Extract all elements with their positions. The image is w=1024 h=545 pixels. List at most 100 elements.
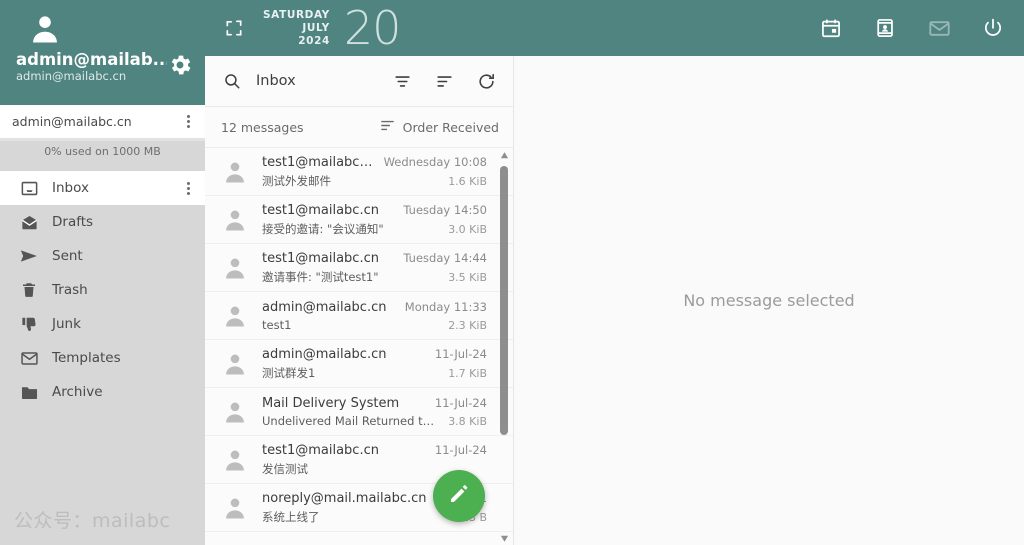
date-weekday: SATURDAY bbox=[263, 8, 330, 21]
sidebar-item-junk[interactable]: Junk bbox=[0, 307, 205, 341]
compose-pencil-icon bbox=[447, 482, 471, 510]
message-sender: test1@mailabc.cn bbox=[262, 154, 376, 170]
sidebar-item-label: Junk bbox=[52, 316, 81, 332]
account-display-name: admin@mailab... bbox=[16, 50, 167, 69]
archive-icon bbox=[18, 382, 40, 402]
list-subheader: 12 messages Order Received bbox=[205, 107, 513, 148]
sidebar-item-label: Inbox bbox=[52, 180, 89, 196]
sidebar-item-templates[interactable]: Templates bbox=[0, 341, 205, 375]
search-icon[interactable] bbox=[221, 70, 243, 92]
scroll-up-icon[interactable] bbox=[497, 148, 511, 162]
table-row[interactable]: Mail Delivery System 11-Jul-24 Undeliver… bbox=[205, 388, 513, 436]
gear-icon[interactable] bbox=[167, 52, 193, 78]
top-bar-icons bbox=[818, 15, 1006, 41]
message-subject: 接受的邀请: "会议通知" bbox=[262, 221, 384, 236]
sort-order-label[interactable]: Order Received bbox=[396, 120, 499, 135]
scrollbar-thumb[interactable] bbox=[500, 166, 508, 436]
sidebar-item-sent[interactable]: Sent bbox=[0, 239, 205, 273]
sidebar-item-drafts[interactable]: Drafts bbox=[0, 205, 205, 239]
list-toolbar: Inbox bbox=[205, 56, 513, 107]
avatar bbox=[221, 302, 249, 330]
trash-icon bbox=[18, 280, 40, 300]
table-row[interactable]: test1@mailabc.cn Tuesday 14:44 邀请事件: "测试… bbox=[205, 244, 513, 292]
message-date: 11-Jul-24 bbox=[434, 442, 487, 457]
mail-app: admin@mailab... admin@mailabc.cn admin@m… bbox=[0, 0, 1024, 545]
drafts-icon bbox=[18, 212, 40, 232]
date-year: 2024 bbox=[298, 34, 330, 47]
avatar bbox=[221, 206, 249, 234]
date-display: SATURDAY JULY 2024 20 bbox=[263, 1, 402, 55]
message-date: Tuesday 14:44 bbox=[403, 250, 487, 265]
message-size: 3.8 KiB bbox=[448, 414, 487, 428]
account-row-label: admin@mailabc.cn bbox=[12, 114, 132, 129]
power-icon[interactable] bbox=[980, 15, 1006, 41]
message-subject: Undelivered Mail Returned to Sender bbox=[262, 413, 441, 428]
table-row[interactable]: test1@mailabc.cn Wednesday 10:08 测试外发邮件 … bbox=[205, 148, 513, 196]
sent-icon bbox=[18, 246, 40, 266]
contacts-icon[interactable] bbox=[872, 15, 898, 41]
scrollbar[interactable] bbox=[497, 148, 511, 545]
avatar bbox=[221, 494, 249, 522]
scroll-down-icon[interactable] bbox=[497, 531, 511, 545]
fullscreen-icon[interactable] bbox=[219, 13, 249, 43]
avatar bbox=[221, 350, 249, 378]
message-list-column: Inbox 12 messages Order Received test1@m… bbox=[205, 56, 514, 545]
message-size: 1.6 KiB bbox=[448, 174, 487, 188]
table-row[interactable]: test1@mailabc.cn Tuesday 14:50 接受的邀请: "会… bbox=[205, 196, 513, 244]
account-row[interactable]: admin@mailabc.cn bbox=[0, 105, 205, 138]
message-subject: 测试群发1 bbox=[262, 365, 316, 380]
sidebar-item-label: Archive bbox=[52, 384, 103, 400]
sidebar-item-archive[interactable]: Archive bbox=[0, 375, 205, 409]
message-subject: 邀请事件: "测试test1" bbox=[262, 269, 379, 284]
message-subject: test1 bbox=[262, 317, 292, 332]
message-date: 11-Jul-24 bbox=[434, 395, 487, 410]
message-size: 3.5 KiB bbox=[448, 270, 487, 284]
sidebar-spacer bbox=[0, 162, 205, 171]
message-date: 11-Jul-24 bbox=[434, 346, 487, 361]
message-sender: Mail Delivery System bbox=[262, 395, 400, 411]
user-avatar-icon bbox=[28, 12, 62, 46]
sidebar-item-inbox[interactable]: Inbox bbox=[0, 171, 205, 205]
sidebar-item-trash[interactable]: Trash bbox=[0, 273, 205, 307]
message-sender: admin@mailabc.cn bbox=[262, 299, 387, 315]
message-scroll-area: test1@mailabc.cn Wednesday 10:08 测试外发邮件 … bbox=[205, 148, 513, 545]
account-email: admin@mailabc.cn bbox=[16, 69, 127, 83]
inbox-icon bbox=[18, 178, 40, 198]
table-row[interactable]: admin@mailabc.cn 11-Jul-24 测试群发1 1.7 KiB bbox=[205, 340, 513, 388]
message-sender: test1@mailabc.cn bbox=[262, 202, 379, 218]
more-vertical-icon[interactable] bbox=[181, 115, 195, 128]
more-vertical-icon[interactable] bbox=[181, 181, 195, 195]
calendar-icon[interactable] bbox=[818, 15, 844, 41]
message-sender: admin@mailabc.cn bbox=[262, 346, 387, 362]
message-date: Wednesday 10:08 bbox=[383, 154, 487, 169]
templates-icon bbox=[18, 348, 40, 368]
refresh-icon[interactable] bbox=[473, 68, 499, 94]
top-bar: SATURDAY JULY 2024 20 bbox=[205, 0, 1024, 56]
sidebar-item-label: Templates bbox=[52, 350, 121, 366]
mail-icon[interactable] bbox=[926, 15, 952, 41]
quota-text: 0% used on 1000 MB bbox=[0, 141, 205, 162]
sidebar-item-label: Sent bbox=[52, 248, 83, 264]
avatar bbox=[221, 446, 249, 474]
message-size: 2.3 KiB bbox=[448, 318, 487, 332]
sort-order-icon[interactable] bbox=[379, 117, 396, 138]
sidebar: admin@mailab... admin@mailabc.cn admin@m… bbox=[0, 0, 205, 545]
avatar bbox=[221, 254, 249, 282]
date-day: 20 bbox=[343, 1, 402, 55]
message-sender: test1@mailabc.cn bbox=[262, 442, 379, 458]
message-subject: 测试外发邮件 bbox=[262, 173, 331, 188]
table-row[interactable]: admin@mailabc.cn Monday 11:33 test1 2.3 … bbox=[205, 292, 513, 340]
reading-pane: No message selected bbox=[514, 56, 1024, 545]
compose-button[interactable] bbox=[433, 470, 485, 522]
sort-icon[interactable] bbox=[431, 68, 457, 94]
main-area: SATURDAY JULY 2024 20 Inbox 12 messages … bbox=[205, 0, 1024, 545]
filter-icon[interactable] bbox=[389, 68, 415, 94]
message-subject: 系统上线了 bbox=[262, 509, 320, 524]
empty-state-text: No message selected bbox=[683, 291, 855, 310]
scrollbar-track[interactable] bbox=[497, 162, 511, 531]
sidebar-account-header: admin@mailab... admin@mailabc.cn bbox=[0, 0, 205, 105]
junk-icon bbox=[18, 314, 40, 334]
folder-list: Inbox Drafts Sent Trash Junk Templates A… bbox=[0, 171, 205, 545]
message-count: 12 messages bbox=[221, 119, 304, 135]
quota-block: admin@mailabc.cn bbox=[0, 105, 205, 141]
